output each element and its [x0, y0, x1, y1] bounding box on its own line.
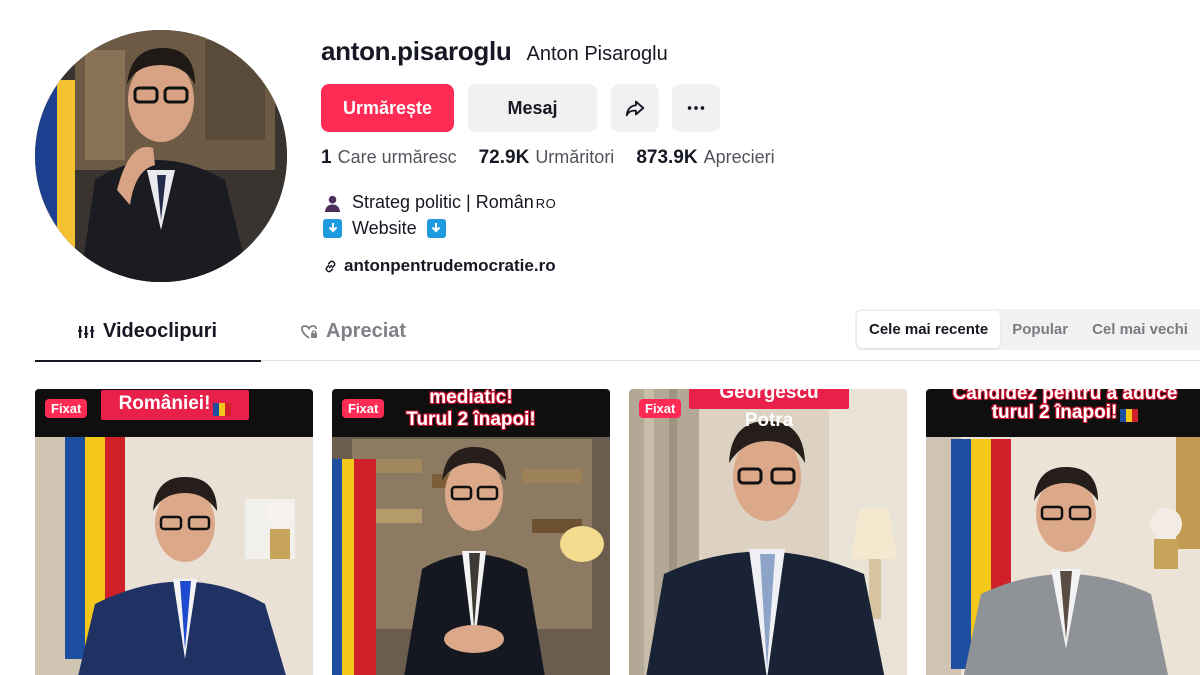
video-grid: României! Fixat mediatic! Turul 2 înapoi…	[35, 389, 1200, 675]
profile-actions: Urmărește Mesaj	[321, 84, 720, 132]
bio-text-2: Website	[352, 218, 417, 238]
profile-avatar[interactable]	[35, 30, 287, 282]
likes-count: 873.9K	[636, 147, 698, 168]
following-stat[interactable]: 1 Care urmăresc	[321, 147, 457, 169]
romania-flag-icon	[1120, 406, 1139, 423]
person-icon	[324, 195, 341, 212]
likes-label: Aprecieri	[703, 147, 775, 167]
more-button[interactable]	[672, 84, 720, 132]
active-tab-indicator	[35, 360, 261, 362]
sort-recent[interactable]: Cele mai recente	[857, 311, 1001, 348]
video-caption: României!	[101, 390, 249, 420]
video-caption: Georgescu Potra	[689, 389, 849, 431]
avatar-image	[35, 30, 287, 282]
pinned-badge: Fixat	[45, 399, 88, 418]
link-url: antonpentrudemocratie.ro	[344, 256, 556, 275]
followers-stat[interactable]: 72.9K Urmăritori	[479, 147, 615, 169]
share-icon	[625, 100, 645, 117]
sort-oldest[interactable]: Cel mai vechi	[1080, 311, 1200, 348]
heart-lock-icon	[301, 324, 317, 339]
share-button[interactable]	[611, 84, 659, 132]
profile-link[interactable]: antonpentrudemocratie.ro	[323, 256, 556, 276]
tab-videos[interactable]: Videoclipuri	[77, 320, 217, 343]
down-arrow-icon	[426, 218, 446, 238]
bio-line-1: Strateg politic | Român RO	[323, 190, 556, 216]
video-card[interactable]: mediatic! Turul 2 înapoi! Fixat	[332, 389, 610, 675]
following-label: Care urmăresc	[337, 147, 457, 167]
followers-count: 72.9K	[478, 147, 530, 168]
video-card[interactable]: Georgescu Potra Fixat	[629, 389, 907, 675]
sort-popular[interactable]: Popular	[1000, 311, 1080, 348]
tab-liked[interactable]: Apreciat	[300, 320, 406, 343]
likes-stat: 873.9K Aprecieri	[636, 147, 774, 169]
followers-label: Urmăritori	[535, 147, 615, 167]
profile-stats: 1 Care urmăresc 72.9K Urmăritori 873.9K Apr…	[321, 147, 775, 169]
bio-text-1: Strateg politic | Român	[352, 192, 534, 212]
sort-selector: Cele mai recente Popular Cel mai vechi	[855, 309, 1200, 350]
video-caption-line-2: turul 2 înapoi!	[926, 402, 1200, 424]
pinned-badge: Fixat	[639, 399, 682, 418]
following-count: 1	[321, 147, 332, 168]
more-icon	[687, 106, 705, 110]
down-arrow-icon	[323, 218, 342, 238]
link-icon	[325, 260, 336, 272]
video-card[interactable]: României! Fixat	[35, 389, 313, 675]
tab-liked-label: Apreciat	[326, 320, 407, 342]
profile-info: anton.pisaroglu Anton Pisaroglu	[321, 36, 881, 70]
username: anton.pisaroglu	[321, 36, 512, 66]
nickname: Anton Pisaroglu	[526, 43, 668, 65]
video-card[interactable]: Candidez pentru a aduce turul 2 înapoi!	[926, 389, 1200, 675]
tab-videos-label: Videoclipuri	[103, 320, 218, 342]
romania-flag-icon	[213, 397, 232, 417]
message-button[interactable]: Mesaj	[468, 84, 597, 132]
profile-bio: Strateg politic | Român RO Website	[323, 190, 556, 240]
country-code: RO	[535, 196, 557, 211]
bio-line-2: Website	[323, 216, 556, 240]
follow-button[interactable]: Urmărește	[321, 84, 454, 132]
grid-lines-icon	[78, 325, 95, 338]
pinned-badge: Fixat	[342, 399, 385, 418]
